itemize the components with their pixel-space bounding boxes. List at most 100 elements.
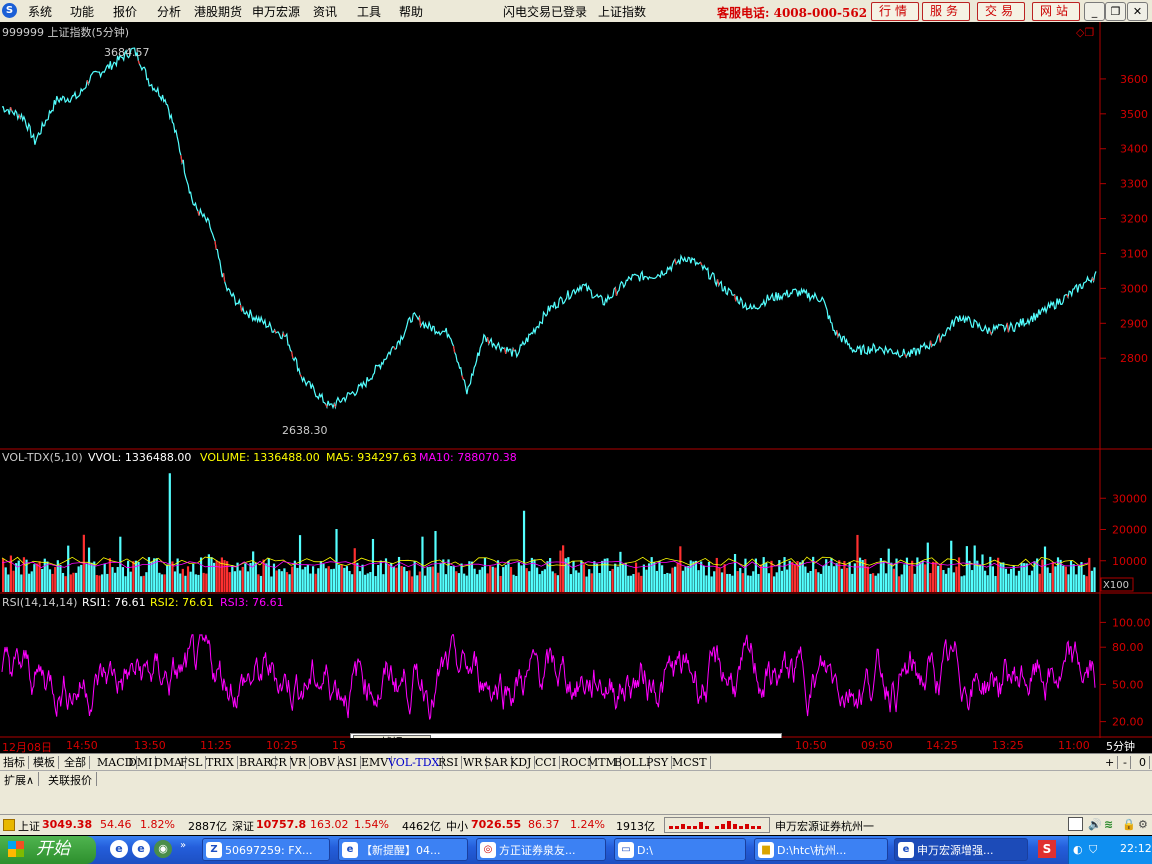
more-quicklaunch-icon[interactable]: » [180, 840, 186, 851]
volume-bar [845, 567, 849, 592]
volume-bar [470, 561, 474, 592]
low-annotation: 2638.30 [282, 424, 328, 437]
indicator-asi[interactable]: ASI [334, 756, 361, 769]
volume-bar [249, 563, 252, 592]
zx-amount: 1913亿 [616, 820, 655, 833]
website-button[interactable]: 网站 [1032, 2, 1080, 21]
window-icon[interactable] [1068, 817, 1083, 831]
trading-app-icon: e [898, 842, 914, 858]
indicator-rsi[interactable]: RSI [435, 756, 463, 769]
task-item[interactable]: ◎ 方正证券泉友... [476, 838, 606, 861]
ie-icon[interactable]: e [110, 840, 128, 858]
tab-indicators[interactable]: 指标 [0, 756, 29, 769]
volume-bar [267, 558, 270, 592]
indicator-psy[interactable]: PSY [643, 756, 673, 769]
indicator-cci[interactable]: CCI [532, 756, 561, 769]
volume-bar [770, 560, 773, 592]
menu-analysis[interactable]: 分析 [157, 3, 181, 20]
tray-shield-icon[interactable]: ⛉ [1089, 843, 1097, 857]
lock-icon[interactable]: 🔒 [1122, 818, 1136, 831]
volume-bar [241, 566, 244, 592]
volume-bar [90, 562, 93, 592]
volume-bar [379, 560, 382, 592]
volume-bar [327, 566, 330, 592]
volume-bar [311, 566, 315, 592]
volume-bar [684, 566, 687, 592]
volume-bar [767, 573, 770, 592]
volume-bar [804, 566, 807, 592]
restore-icon[interactable]: ❐ [1105, 2, 1126, 21]
signal-icon[interactable]: 🔊 [1088, 818, 1102, 831]
service-button[interactable]: 服务 [922, 2, 970, 21]
menu-function[interactable]: 功能 [70, 3, 94, 20]
trade-button[interactable]: 交易 [977, 2, 1025, 21]
strength-bars-icon [669, 821, 761, 829]
volume-bar [17, 560, 20, 592]
volume-bar [694, 560, 698, 592]
menu-quote[interactable]: 报价 [113, 3, 137, 20]
indicator-trix[interactable]: TRIX [203, 756, 238, 769]
task-item-active[interactable]: e 申万宏源增强... [894, 838, 1028, 861]
volume-bar [645, 569, 648, 592]
wifi-icon[interactable]: ≋ [1104, 818, 1113, 831]
start-button[interactable]: 开始 [0, 836, 96, 864]
task-item[interactable]: ▭ D:\ [614, 838, 746, 861]
quote-button[interactable]: 行情 [871, 2, 919, 21]
index-ticker: 上证 3049.38 54.46 1.82% 2887亿 深证 10757.8 … [0, 814, 1152, 835]
volume-bar [275, 570, 278, 592]
reset-button[interactable]: 0 [1136, 756, 1150, 769]
volume-bar [759, 564, 763, 592]
volume-bar [892, 568, 896, 592]
volume-bar [512, 574, 515, 592]
task-item[interactable]: Z 50697259: FX... [202, 838, 330, 861]
browser-icon[interactable]: ◉ [154, 840, 172, 858]
volume-bar [345, 566, 349, 592]
volume-bar [780, 570, 784, 592]
volume-bar [674, 566, 677, 592]
menu-help[interactable]: 帮助 [399, 3, 423, 20]
menu-news[interactable]: 资讯 [313, 3, 337, 20]
zoom-out-button[interactable]: - [1120, 756, 1131, 769]
volume-bar [947, 567, 950, 592]
indicator-mcst[interactable]: MCST [669, 756, 711, 769]
volume-bar [746, 575, 750, 592]
price-tick-label: 3500 [1120, 108, 1148, 121]
task-item[interactable]: e 【新提醒】04... [338, 838, 468, 861]
tray-net-icon[interactable]: ◐ [1073, 843, 1083, 856]
tab-all[interactable]: 全部 [61, 756, 90, 769]
menu-system[interactable]: 系统 [28, 3, 52, 20]
volume-bar [481, 567, 484, 592]
rsi-tick-label: 20.00 [1112, 716, 1144, 729]
volume-bar [601, 560, 604, 592]
volume-bar [856, 534, 859, 592]
volume-bar [832, 566, 836, 592]
volume-bar [887, 548, 890, 592]
period-label[interactable]: 5分钟 [1106, 738, 1135, 754]
menu-tools[interactable]: 工具 [357, 3, 381, 20]
close-icon[interactable]: ✕ [1127, 2, 1148, 21]
ie-alt-icon[interactable]: e [132, 840, 150, 858]
volume-bar [35, 563, 39, 592]
volume-bar [168, 473, 171, 592]
kline-chart[interactable]: 2800 2900 3000 3100 3200 3300 3400 3500 3600 100… [0, 22, 1152, 738]
menu-hk-futures[interactable]: 港股期货 [194, 3, 242, 20]
chart-options-icon[interactable]: ◇❐ [1076, 26, 1094, 39]
volume-bar [885, 573, 888, 592]
time-label: 14:50 [66, 739, 98, 752]
volume-bar [687, 565, 690, 592]
minimize-icon[interactable]: _ [1084, 2, 1105, 21]
volume-bar [186, 566, 190, 592]
sogou-icon[interactable]: S [1038, 840, 1056, 858]
volume-bar [970, 570, 974, 592]
volume-bar [306, 564, 309, 592]
zoom-in-button[interactable]: + [1102, 756, 1119, 769]
tab-templates[interactable]: 模板 [30, 756, 59, 769]
volume-bar [898, 576, 901, 592]
menu-swhy[interactable]: 申万宏源 [252, 3, 300, 20]
volume-bar [950, 540, 953, 592]
volume-bar [410, 576, 414, 592]
task-item[interactable]: ▆ D:\htc\杭州... [754, 838, 888, 861]
volume-bar [944, 573, 948, 592]
settings-icon[interactable]: ⚙ [1138, 818, 1148, 831]
z-app-icon: Z [206, 842, 222, 858]
